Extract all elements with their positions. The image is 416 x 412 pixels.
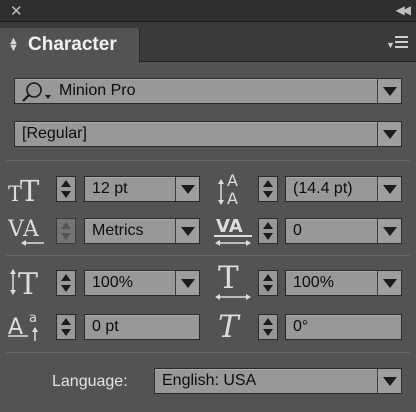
baseline-shift-field[interactable]: 0 pt bbox=[84, 314, 200, 340]
language-select[interactable]: English: USA bbox=[154, 368, 402, 394]
vertical-scale-stepper[interactable] bbox=[56, 270, 76, 296]
font-size-stepper[interactable] bbox=[56, 176, 76, 202]
tracking-field[interactable]: 0 bbox=[285, 218, 402, 244]
kerning-stepper[interactable] bbox=[56, 218, 76, 244]
svg-text:A: A bbox=[227, 171, 238, 190]
skew-value: 0° bbox=[293, 318, 309, 335]
vertical-scale-icon: T bbox=[10, 267, 38, 300]
language-label: Language: bbox=[52, 373, 128, 390]
svg-text:T: T bbox=[218, 262, 239, 296]
vertical-scale-dropdown-icon[interactable] bbox=[175, 271, 199, 295]
kerning-field[interactable]: Metrics bbox=[84, 218, 200, 244]
font-style-value: [Regular] bbox=[22, 125, 87, 142]
magnifier-icon bbox=[22, 82, 51, 102]
leading-stepper[interactable] bbox=[258, 176, 278, 202]
language-dropdown-icon[interactable] bbox=[377, 369, 401, 393]
language-value: English: USA bbox=[162, 372, 257, 389]
leading-dropdown-icon[interactable] bbox=[377, 177, 401, 201]
divider bbox=[6, 160, 410, 161]
panel-top-bar: ✕ ◀◀ bbox=[0, 0, 416, 22]
leading-value: (14.4 pt) bbox=[293, 180, 353, 197]
kerning-value: Metrics bbox=[92, 222, 144, 239]
font-size-field[interactable]: 12 pt bbox=[84, 176, 200, 202]
horizontal-scale-field[interactable]: 100% bbox=[285, 270, 402, 296]
vertical-scale-field[interactable]: 100% bbox=[84, 270, 200, 296]
svg-text:T: T bbox=[18, 267, 38, 300]
font-family-dropdown-icon[interactable] bbox=[377, 79, 401, 103]
font-style-select[interactable]: [Regular] bbox=[14, 121, 402, 147]
tab-toggle-icon[interactable]: ▲ ▼ bbox=[8, 36, 19, 54]
horizontal-scale-stepper[interactable] bbox=[258, 270, 278, 296]
skew-field[interactable]: 0° bbox=[285, 314, 402, 340]
kerning-dropdown-icon[interactable] bbox=[175, 219, 199, 243]
horizontal-scale-dropdown-icon[interactable] bbox=[377, 271, 401, 295]
close-icon[interactable]: ✕ bbox=[10, 2, 23, 20]
leading-field[interactable]: (14.4 pt) bbox=[285, 176, 402, 202]
font-size-dropdown-icon[interactable] bbox=[175, 177, 199, 201]
divider bbox=[6, 255, 410, 256]
tracking-value: 0 bbox=[293, 222, 302, 239]
divider bbox=[6, 352, 410, 353]
svg-text:T: T bbox=[218, 309, 241, 344]
horizontal-scale-icon: T bbox=[215, 262, 251, 300]
panel-title: Character bbox=[28, 34, 117, 55]
svg-text:A: A bbox=[227, 189, 238, 208]
tracking-dropdown-icon[interactable] bbox=[377, 219, 401, 243]
tab-strip: ▲ ▼ Character ▼ bbox=[0, 22, 416, 63]
skew-icon: T bbox=[218, 309, 241, 344]
horizontal-scale-value: 100% bbox=[293, 274, 334, 291]
skew-stepper[interactable] bbox=[258, 314, 278, 340]
svg-text:T: T bbox=[20, 174, 40, 206]
svg-text:VA: VA bbox=[216, 216, 243, 237]
vertical-scale-value: 100% bbox=[92, 274, 133, 291]
svg-text:A: A bbox=[22, 217, 40, 242]
font-style-dropdown-icon[interactable] bbox=[377, 122, 401, 146]
panel-menu-icon[interactable]: ▼ bbox=[386, 36, 408, 52]
tracking-stepper[interactable] bbox=[258, 218, 278, 244]
baseline-shift-icon: A a bbox=[8, 311, 38, 341]
tab-character[interactable]: ▲ ▼ Character bbox=[0, 28, 140, 63]
font-family-select[interactable]: Minion Pro bbox=[14, 78, 402, 104]
leading-icon: A A bbox=[218, 171, 238, 208]
svg-text:a: a bbox=[29, 311, 37, 326]
font-family-value: Minion Pro bbox=[59, 82, 136, 99]
tracking-icon: VA bbox=[214, 216, 252, 246]
font-size-value: 12 pt bbox=[92, 180, 128, 197]
baseline-shift-stepper[interactable] bbox=[56, 314, 76, 340]
baseline-shift-value: 0 pt bbox=[92, 318, 119, 335]
font-size-icon: T T bbox=[8, 174, 40, 206]
collapse-icon[interactable]: ◀◀ bbox=[396, 3, 412, 17]
kerning-icon: V A bbox=[8, 217, 44, 246]
